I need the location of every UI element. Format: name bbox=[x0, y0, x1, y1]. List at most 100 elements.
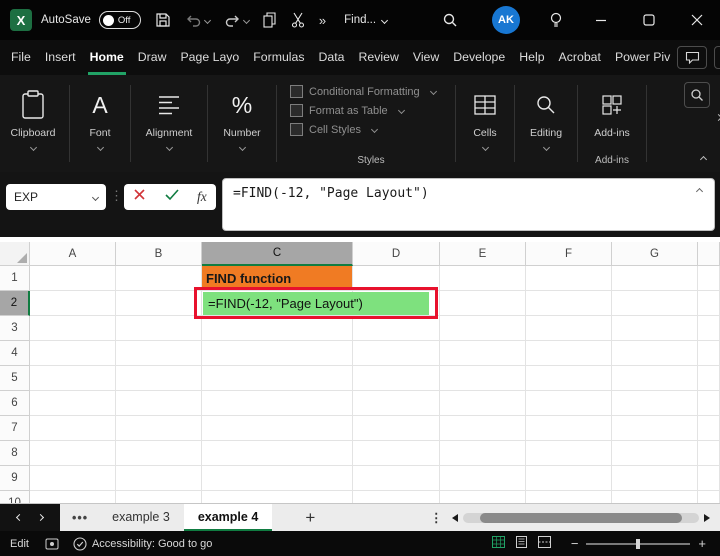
cell-B6[interactable] bbox=[116, 391, 202, 416]
insert-function-icon[interactable]: fx bbox=[197, 189, 207, 205]
formula-bar-grip[interactable]: ⋮ bbox=[110, 188, 123, 204]
cell-D5[interactable] bbox=[353, 366, 440, 391]
cell-E9[interactable] bbox=[440, 466, 526, 491]
cell-E5[interactable] bbox=[440, 366, 526, 391]
scroll-right-icon[interactable] bbox=[704, 514, 710, 522]
find-menu[interactable]: Find... bbox=[344, 14, 387, 26]
normal-view-icon[interactable] bbox=[492, 536, 505, 551]
collapse-formula-bar-icon[interactable] bbox=[696, 188, 703, 195]
ribbon-tab-develope[interactable]: Develope bbox=[446, 40, 512, 75]
column-header-A[interactable]: A bbox=[30, 242, 116, 266]
cell-A6[interactable] bbox=[30, 391, 116, 416]
confirm-entry-icon[interactable] bbox=[165, 188, 179, 206]
cell-B3[interactable] bbox=[116, 316, 202, 341]
cell-F3[interactable] bbox=[526, 316, 612, 341]
cell-A8[interactable] bbox=[30, 441, 116, 466]
cell-A3[interactable] bbox=[30, 316, 116, 341]
ribbon-group-clipboard[interactable]: Clipboard bbox=[0, 75, 66, 172]
row-header-7[interactable]: 7 bbox=[0, 416, 30, 441]
lightbulb-icon[interactable] bbox=[544, 0, 568, 40]
name-box[interactable]: EXP bbox=[6, 184, 106, 210]
cell-G6[interactable] bbox=[612, 391, 698, 416]
scrollbar-thumb[interactable] bbox=[480, 513, 683, 523]
cell-F8[interactable] bbox=[526, 441, 612, 466]
cell-D3[interactable] bbox=[353, 316, 440, 341]
save-button[interactable] bbox=[155, 12, 171, 28]
scroll-left-icon[interactable] bbox=[452, 514, 458, 522]
select-all-corner[interactable] bbox=[0, 242, 30, 266]
prev-sheet-icon[interactable] bbox=[16, 514, 23, 521]
cell-E7[interactable] bbox=[440, 416, 526, 441]
ribbon-scroll-right-icon[interactable] bbox=[715, 114, 720, 121]
share-button[interactable] bbox=[714, 46, 720, 69]
cell-D7[interactable] bbox=[353, 416, 440, 441]
cell-B2[interactable] bbox=[116, 291, 202, 316]
tab-overflow-icon[interactable]: ⋮ bbox=[430, 510, 443, 525]
cell-F2[interactable] bbox=[526, 291, 612, 316]
row-header-4[interactable]: 4 bbox=[0, 341, 30, 366]
new-sheet-button[interactable]: + bbox=[300, 508, 320, 528]
cell-A7[interactable] bbox=[30, 416, 116, 441]
cell-A9[interactable] bbox=[30, 466, 116, 491]
cell-G1[interactable] bbox=[612, 266, 698, 291]
cell-E6[interactable] bbox=[440, 391, 526, 416]
row-header-2[interactable]: 2 bbox=[0, 291, 30, 316]
sheet-list-ellipsis[interactable]: ••• bbox=[72, 511, 88, 525]
ribbon-group-addins[interactable]: Add-ins Add-ins bbox=[581, 75, 643, 172]
cell-G8[interactable] bbox=[612, 441, 698, 466]
cell-D8[interactable] bbox=[353, 441, 440, 466]
cell-E4[interactable] bbox=[440, 341, 526, 366]
ribbon-tab-power-piv[interactable]: Power Piv bbox=[608, 40, 677, 75]
ribbon-group-editing[interactable]: Editing bbox=[518, 75, 574, 172]
cell-C1[interactable]: FIND function bbox=[202, 266, 353, 291]
ribbon-group-number[interactable]: % Number bbox=[211, 75, 273, 172]
cell-H3[interactable] bbox=[698, 316, 720, 341]
cell-H8[interactable] bbox=[698, 441, 720, 466]
cell-E10[interactable] bbox=[440, 491, 526, 503]
cell-B5[interactable] bbox=[116, 366, 202, 391]
row-header-8[interactable]: 8 bbox=[0, 441, 30, 466]
column-header-D[interactable]: D bbox=[353, 242, 440, 266]
cell-B8[interactable] bbox=[116, 441, 202, 466]
ribbon-tab-home[interactable]: Home bbox=[83, 40, 131, 75]
next-sheet-icon[interactable] bbox=[37, 514, 44, 521]
cell-D10[interactable] bbox=[353, 491, 440, 503]
cell-B9[interactable] bbox=[116, 466, 202, 491]
column-header-G[interactable]: G bbox=[612, 242, 698, 266]
cell-F1[interactable] bbox=[526, 266, 612, 291]
cell-G10[interactable] bbox=[612, 491, 698, 503]
close-button[interactable] bbox=[680, 0, 714, 40]
minimize-button[interactable] bbox=[584, 0, 618, 40]
row-header-3[interactable]: 3 bbox=[0, 316, 30, 341]
cell-G9[interactable] bbox=[612, 466, 698, 491]
cell-H10[interactable] bbox=[698, 491, 720, 503]
copy-icon[interactable] bbox=[263, 12, 277, 28]
formula-input[interactable]: =FIND(-12, "Page Layout") bbox=[222, 178, 715, 231]
styles-item-cell-styles[interactable]: Cell Styles bbox=[290, 120, 436, 139]
styles-item-format-as-table[interactable]: Format as Table bbox=[290, 101, 436, 120]
cell-H4[interactable] bbox=[698, 341, 720, 366]
cell-B4[interactable] bbox=[116, 341, 202, 366]
column-header-F[interactable]: F bbox=[526, 242, 612, 266]
cell-C3[interactable] bbox=[202, 316, 353, 341]
excel-app-icon[interactable]: X bbox=[10, 9, 32, 31]
cell-F6[interactable] bbox=[526, 391, 612, 416]
cut-scissors-icon[interactable] bbox=[291, 12, 305, 28]
ribbon-tab-file[interactable]: File bbox=[4, 40, 38, 75]
cell-A10[interactable] bbox=[30, 491, 116, 503]
column-header-E[interactable]: E bbox=[440, 242, 526, 266]
cell-D1[interactable] bbox=[353, 266, 440, 291]
search-icon[interactable] bbox=[437, 0, 463, 40]
zoom-slider[interactable] bbox=[586, 543, 690, 545]
sheet-tab-example-3[interactable]: example 3 bbox=[98, 504, 184, 532]
cell-C10[interactable] bbox=[202, 491, 353, 503]
ribbon-group-font[interactable]: A Font bbox=[73, 75, 127, 172]
cell-A5[interactable] bbox=[30, 366, 116, 391]
cell-E1[interactable] bbox=[440, 266, 526, 291]
undo-button[interactable] bbox=[185, 13, 210, 27]
cancel-entry-icon[interactable] bbox=[133, 188, 146, 206]
redo-button[interactable] bbox=[224, 13, 249, 27]
cell-D4[interactable] bbox=[353, 341, 440, 366]
cell-G3[interactable] bbox=[612, 316, 698, 341]
macro-record-icon[interactable] bbox=[45, 538, 59, 550]
